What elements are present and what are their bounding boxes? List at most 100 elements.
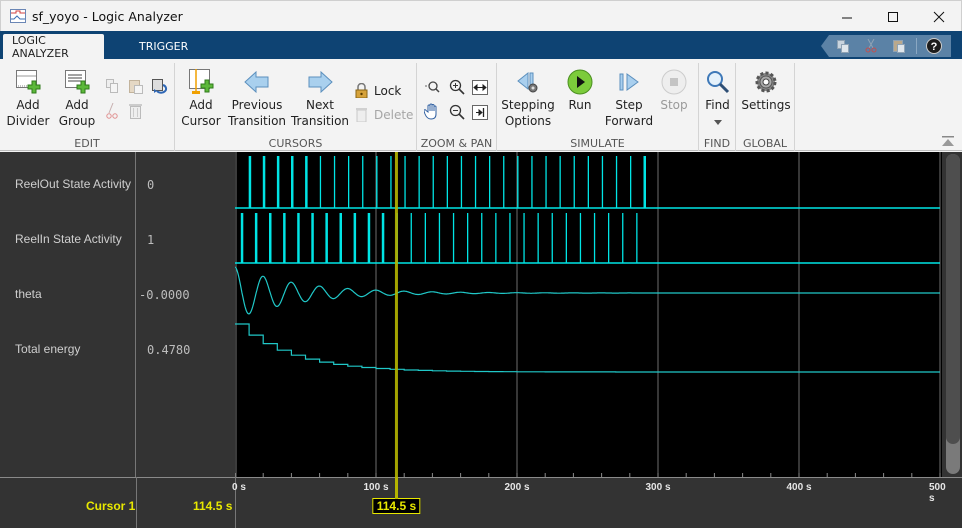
delete-cursor-button[interactable]: Delete xyxy=(355,107,413,122)
zoom-fit-icon[interactable] xyxy=(425,80,441,94)
quick-access-toolbar: ? xyxy=(821,35,951,57)
help-button[interactable]: ? xyxy=(920,35,948,57)
group-label-find: FIND xyxy=(703,137,731,150)
fit-right-icon[interactable] xyxy=(472,105,488,120)
cursor-value: 114.5 s xyxy=(193,499,233,513)
group-label-cursors: CURSORS xyxy=(268,137,323,150)
copy-icon xyxy=(837,39,849,53)
pan-hand-icon[interactable] xyxy=(424,103,441,120)
fit-horizontal-icon[interactable] xyxy=(472,80,488,95)
group-label-simulate: SIMULATE xyxy=(570,137,625,150)
delete-icon[interactable] xyxy=(128,103,143,120)
qa-paste-button[interactable] xyxy=(885,35,913,57)
stepping-options-icon xyxy=(517,71,538,93)
signal-value-theta: -0.0000 xyxy=(139,288,190,302)
tab-logic-analyzer[interactable]: LOGIC ANALYZER xyxy=(3,34,104,60)
group-global: Settings GLOBAL xyxy=(736,63,795,151)
svg-text:?: ? xyxy=(931,41,938,53)
logic-analyzer-app-icon xyxy=(10,9,26,23)
restore-icon[interactable] xyxy=(151,78,168,95)
theta-trace xyxy=(234,266,940,315)
next-transition-button[interactable]: Next Transition xyxy=(290,67,350,129)
ribbon-tab-bar: LOGIC ANALYZER TRIGGER ? xyxy=(0,31,962,60)
group-find: Find FIND xyxy=(699,63,736,151)
paste-icon[interactable] xyxy=(129,79,143,94)
title-bar: sf_yoyo - Logic Analyzer xyxy=(0,0,962,31)
arrow-left-icon xyxy=(244,71,269,93)
waveform-svg xyxy=(234,152,941,477)
previous-transition-button[interactable]: Previous Transition xyxy=(227,67,287,129)
group-cursors: Add Cursor Previous Transition Next Tran… xyxy=(175,63,417,151)
settings-gear-icon xyxy=(755,71,777,93)
signal-value-column xyxy=(136,152,235,477)
signal-name-reelout[interactable]: ReelOut State Activity xyxy=(15,177,131,191)
close-button[interactable] xyxy=(916,1,962,32)
time-axis-row xyxy=(0,477,962,528)
ribbon-toolstrip: Add Divider Add Group EDIT Add Cursor Pr… xyxy=(0,59,962,151)
find-icon xyxy=(706,71,729,94)
tab-trigger[interactable]: TRIGGER xyxy=(130,34,197,59)
cursor-time-flag[interactable]: 114.5 s xyxy=(372,498,421,514)
maximize-button[interactable] xyxy=(870,1,916,32)
group-label-edit: EDIT xyxy=(74,137,100,150)
cursor-line-axis xyxy=(394,477,398,499)
find-button[interactable]: Find xyxy=(701,67,734,129)
add-divider-icon xyxy=(16,70,41,94)
x-tick-label: 400 s xyxy=(786,482,812,493)
minimize-button[interactable] xyxy=(824,1,870,32)
cut-icon xyxy=(865,39,877,53)
vertical-scrollbar[interactable] xyxy=(946,154,960,474)
x-tick-label: 300 s xyxy=(645,482,671,493)
collapse-ribbon-icon[interactable] xyxy=(942,136,954,146)
signal-name-reelin[interactable]: ReelIn State Activity xyxy=(15,232,122,246)
cut-icon[interactable] xyxy=(106,103,118,120)
x-tick-label: 200 s xyxy=(504,482,530,493)
group-label-zoom-pan: ZOOM & PAN xyxy=(420,137,493,150)
add-group-icon xyxy=(65,70,90,94)
close-icon xyxy=(933,11,945,22)
signal-value-reelin: 1 xyxy=(147,233,155,247)
group-edit: Add Divider Add Group EDIT xyxy=(0,63,175,151)
qa-copy-button[interactable] xyxy=(829,35,857,57)
zoom-out-icon[interactable] xyxy=(449,104,465,120)
zoom-in-icon[interactable] xyxy=(449,79,465,95)
signal-name-column xyxy=(0,152,136,477)
qa-divider xyxy=(916,38,917,54)
logic-analyzer-panel: ReelOut State Activity 0 ReelIn State Ac… xyxy=(0,152,962,528)
group-zoom-pan: ZOOM & PAN xyxy=(417,63,497,151)
waveform-plot[interactable] xyxy=(234,152,942,477)
group-simulate: Stepping Options Run Step Forward Stop S… xyxy=(497,63,699,151)
run-icon xyxy=(567,69,593,95)
x-tick-label: 100 s xyxy=(363,482,389,493)
group-label-global: GLOBAL xyxy=(742,137,788,150)
add-cursor-button[interactable]: Add Cursor xyxy=(179,67,223,129)
signal-value-reelout: 0 xyxy=(147,178,155,192)
stop-button[interactable]: Stop xyxy=(657,67,691,113)
run-button[interactable]: Run xyxy=(561,67,599,113)
x-tick-label: 0 s xyxy=(232,482,246,493)
step-forward-button[interactable]: Step Forward xyxy=(603,67,655,129)
help-icon: ? xyxy=(926,38,942,54)
total-energy-trace xyxy=(235,323,940,373)
minimize-icon xyxy=(842,17,852,18)
x-tick-label: 500 s xyxy=(929,482,946,504)
signal-name-theta[interactable]: theta xyxy=(15,287,42,301)
settings-button[interactable]: Settings xyxy=(740,67,792,113)
qa-cut-button[interactable] xyxy=(857,35,885,57)
dropdown-arrow-icon[interactable] xyxy=(713,120,722,125)
maximize-icon xyxy=(888,11,898,22)
copy-icon[interactable] xyxy=(106,79,118,93)
cursor-name: Cursor 1 xyxy=(86,499,136,513)
add-group-button[interactable]: Add Group xyxy=(55,67,99,129)
signal-name-total-energy[interactable]: Total energy xyxy=(15,342,80,356)
lock-icon xyxy=(355,83,368,98)
arrow-right-icon xyxy=(308,71,333,93)
add-cursor-icon xyxy=(189,69,214,94)
stop-icon xyxy=(661,69,687,95)
window-title: sf_yoyo - Logic Analyzer xyxy=(32,9,183,24)
stepping-options-button[interactable]: Stepping Options xyxy=(501,67,555,129)
add-divider-button[interactable]: Add Divider xyxy=(6,67,50,129)
delete-icon xyxy=(356,108,367,122)
scrollbar-thumb[interactable] xyxy=(946,154,960,444)
lock-button[interactable]: Lock xyxy=(355,83,401,98)
